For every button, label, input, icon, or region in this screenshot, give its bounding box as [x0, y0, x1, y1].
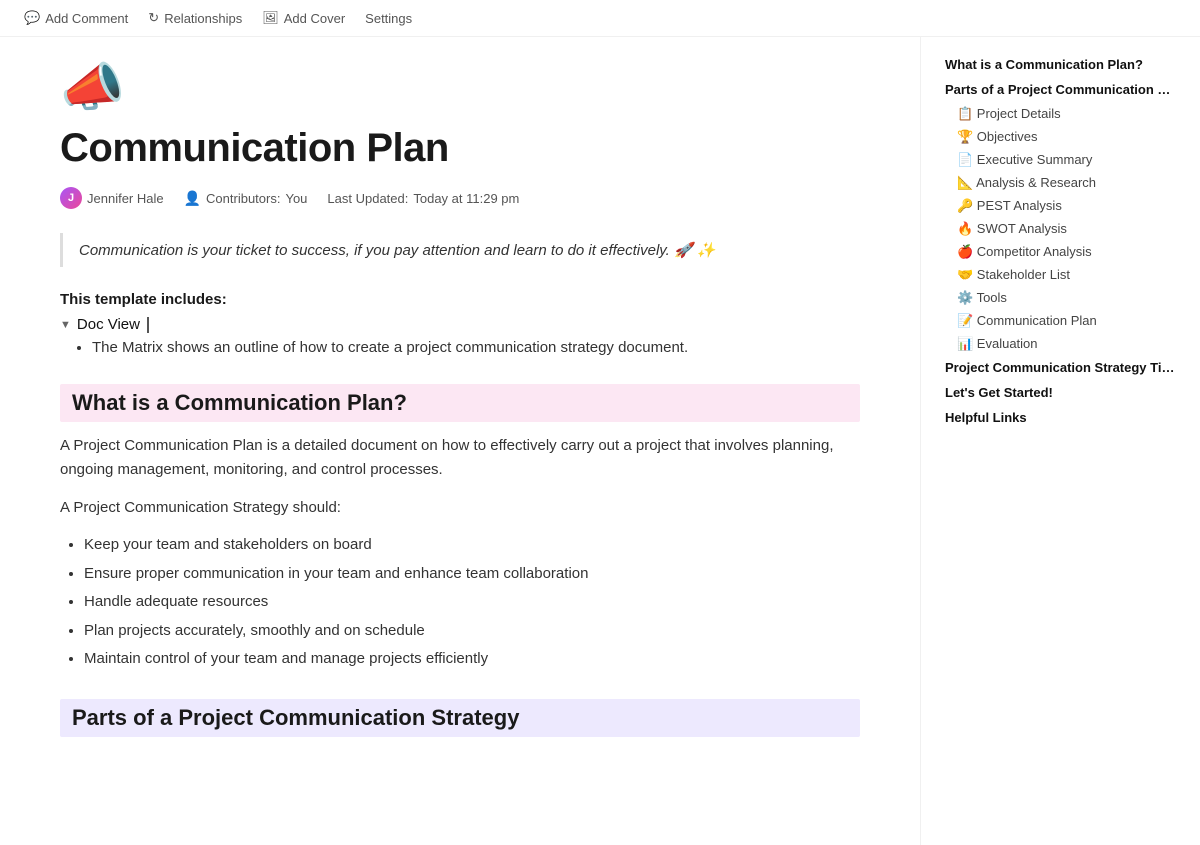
toc-item-top[interactable]: Parts of a Project Communication St... [937, 78, 1184, 101]
toc-item-top[interactable]: Helpful Links [937, 406, 1184, 429]
strategy-item-5: Maintain control of your team and manage… [84, 648, 860, 671]
relationships-icon: ↻ [148, 10, 159, 26]
contributors-value: You [285, 191, 307, 206]
toc-item-sub[interactable]: 🤝 Stakeholder List [937, 264, 1184, 286]
main-layout: 📣 Communication Plan J Jennifer Hale 👤 C… [0, 37, 1200, 845]
template-heading: This template includes: [60, 291, 860, 308]
toc-item-sub[interactable]: 📊 Evaluation [937, 333, 1184, 355]
quote-text: Communication is your ticket to success,… [79, 242, 716, 259]
toc-item-sub[interactable]: 📐 Analysis & Research [937, 172, 1184, 194]
author-name: Jennifer Hale [87, 191, 164, 206]
last-updated-item: Last Updated: Today at 11:29 pm [327, 191, 519, 206]
page-icon: 📣 [60, 57, 860, 118]
strategy-item-3: Handle adequate resources [84, 591, 860, 614]
section1-strategy-intro: A Project Communication Strategy should: [60, 496, 860, 520]
template-bullet-1: The Matrix shows an outline of how to cr… [92, 339, 860, 356]
relationships-button[interactable]: ↻ Relationships [148, 10, 242, 26]
section1-p1: A Project Communication Plan is a detail… [60, 434, 860, 482]
toc-item-sub[interactable]: 🏆 Objectives [937, 126, 1184, 148]
toc-item-sub[interactable]: 📄 Executive Summary [937, 149, 1184, 171]
toc-item-sub[interactable]: 📋 Project Details [937, 103, 1184, 125]
comment-icon: 💬 [24, 10, 40, 26]
section1-heading: What is a Communication Plan? [60, 384, 860, 422]
meta-row: J Jennifer Hale 👤 Contributors: You Last… [60, 187, 860, 209]
author-item: J Jennifer Hale [60, 187, 164, 209]
template-bullet-list: The Matrix shows an outline of how to cr… [92, 339, 860, 356]
contributors-label: Contributors: [206, 191, 280, 206]
toc-item-sub[interactable]: 🔥 SWOT Analysis [937, 218, 1184, 240]
avatar: J [60, 187, 82, 209]
doc-view-toggle[interactable]: ▼ Doc View [60, 316, 860, 333]
doc-view-label: Doc View [77, 316, 140, 333]
last-updated-value: Today at 11:29 pm [413, 191, 519, 206]
contributors-icon: 👤 [184, 190, 201, 207]
toc-item-sub[interactable]: ⚙️ Tools [937, 287, 1184, 309]
section2-heading: Parts of a Project Communication Strateg… [60, 699, 860, 737]
toggle-arrow-icon: ▼ [60, 319, 71, 331]
template-section: This template includes: ▼ Doc View The M… [60, 291, 860, 356]
toc-item-sub[interactable]: 🍎 Competitor Analysis [937, 241, 1184, 263]
strategy-item-2: Ensure proper communication in your team… [84, 563, 860, 586]
toc-item-sub[interactable]: 📝 Communication Plan [937, 310, 1184, 332]
toc-item-sub[interactable]: 🔑 PEST Analysis [937, 195, 1184, 217]
table-of-contents: What is a Communication Plan?Parts of a … [920, 37, 1200, 845]
toc-item-top[interactable]: What is a Communication Plan? [937, 53, 1184, 76]
quote-block: Communication is your ticket to success,… [60, 233, 860, 267]
strategy-item-1: Keep your team and stakeholders on board [84, 534, 860, 557]
last-updated-label: Last Updated: [327, 191, 408, 206]
toolbar: 💬 Add Comment ↻ Relationships 🖼 Add Cove… [0, 0, 1200, 37]
toc-item-top[interactable]: Let's Get Started! [937, 381, 1184, 404]
add-comment-button[interactable]: 💬 Add Comment [24, 10, 128, 26]
image-icon: 🖼 [262, 10, 279, 26]
add-cover-button[interactable]: 🖼 Add Cover [262, 10, 345, 26]
strategy-bullet-list: Keep your team and stakeholders on board… [84, 534, 860, 671]
settings-button[interactable]: Settings [365, 11, 412, 26]
content-area: 📣 Communication Plan J Jennifer Hale 👤 C… [0, 37, 920, 845]
cursor [147, 317, 149, 333]
strategy-item-4: Plan projects accurately, smoothly and o… [84, 620, 860, 643]
toc-item-top[interactable]: Project Communication Strategy Tips! [937, 356, 1184, 379]
contributors-item: 👤 Contributors: You [184, 190, 308, 207]
page-title: Communication Plan [60, 126, 860, 171]
